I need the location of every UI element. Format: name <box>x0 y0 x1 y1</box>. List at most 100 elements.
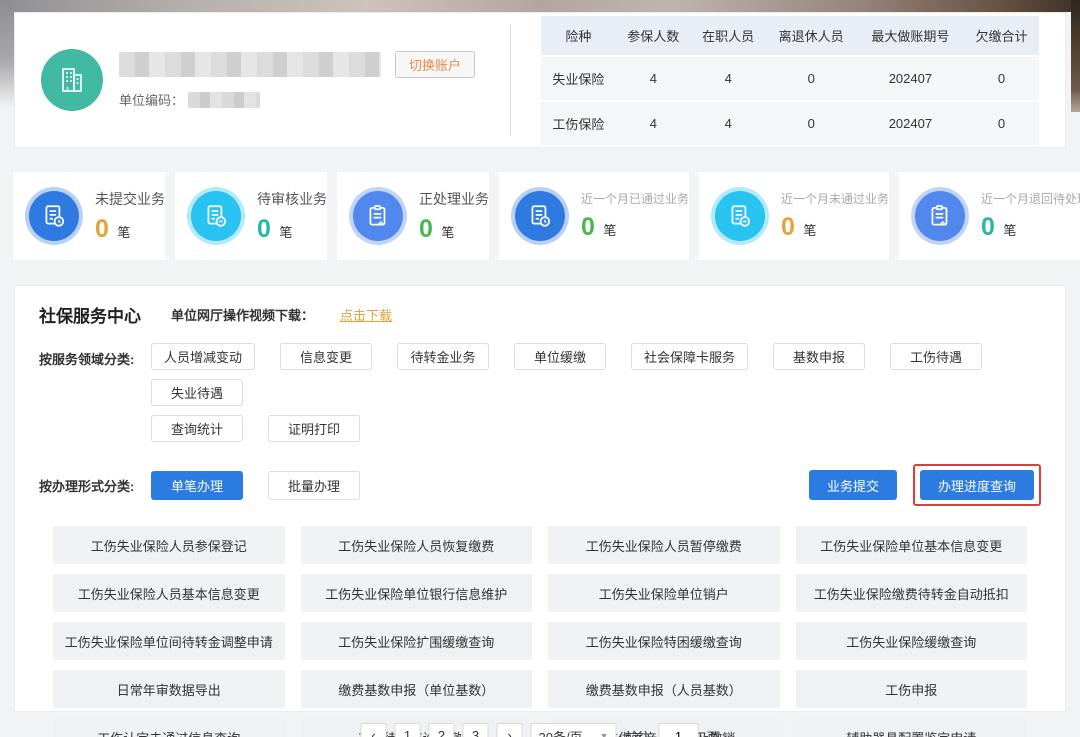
table-header-row: 险种 参保人数 在职人员 离退休人员 最大做账期号 欠缴合计 <box>541 16 1039 55</box>
stat-value: 0 <box>95 215 109 243</box>
page-size-select[interactable]: 20条/页 ▼ <box>530 723 616 737</box>
switch-account-button[interactable]: 切换账户 <box>395 51 475 78</box>
pagination-page-3[interactable]: 3 <box>462 723 488 737</box>
col-active-staff: 在职人员 <box>691 16 766 55</box>
business-submit-button[interactable]: 业务提交 <box>809 470 897 500</box>
cell-active-staff: 4 <box>691 57 766 100</box>
service-unit-info-change[interactable]: 工伤失业保险单位基本信息变更 <box>796 526 1028 564</box>
pagination-next-button[interactable]: › <box>496 723 522 737</box>
form-filter-label: 按办理形式分类: <box>39 476 151 495</box>
service-assistive-device-apply[interactable]: 辅助器具配置鉴定申请 <box>796 718 1028 737</box>
stat-unit: 笔 <box>441 225 454 240</box>
unit-code-masked <box>188 92 260 108</box>
stat-unit: 笔 <box>603 223 616 238</box>
stat-label: 未提交业务 <box>95 189 165 209</box>
cell-insurance-type: 工伤保险 <box>541 102 616 145</box>
clipboard-check-icon <box>353 191 403 241</box>
service-unit-bank-info[interactable]: 工伤失业保险单位银行信息维护 <box>301 574 533 612</box>
chevron-down-icon: ▼ <box>600 731 609 737</box>
cell-max-period: 202407 <box>857 57 964 100</box>
tab-unit-deferral[interactable]: 单位缓缴 <box>514 343 606 370</box>
cell-insurance-type: 失业保险 <box>541 57 616 100</box>
stat-value: 0 <box>581 213 595 241</box>
background-photo-right <box>1071 0 1080 112</box>
stat-cards-row: 未提交业务 0 笔 待审核业务 0 笔 <box>13 172 1066 260</box>
video-download-link[interactable]: 点击下载 <box>340 305 392 324</box>
service-unit-closure[interactable]: 工伤失业保险单位销户 <box>548 574 780 612</box>
progress-query-button[interactable]: 办理进度查询 <box>920 470 1034 500</box>
document-clock-icon <box>515 191 565 241</box>
pagination-prev-button[interactable]: ‹ <box>360 723 386 737</box>
service-transfer-adjustment[interactable]: 工伤失业保险单位间待转金调整申请 <box>53 622 285 660</box>
service-suspend-payment[interactable]: 工伤失业保险人员暂停缴费 <box>548 526 780 564</box>
service-person-info-change[interactable]: 工伤失业保险人员基本信息变更 <box>53 574 285 612</box>
tab-social-card[interactable]: 社会保障卡服务 <box>631 343 748 370</box>
stat-unit: 笔 <box>803 223 816 238</box>
stat-unit: 笔 <box>279 225 292 240</box>
service-injury-declaration[interactable]: 工伤申报 <box>796 670 1028 708</box>
stat-card-pending-review[interactable]: 待审核业务 0 笔 <box>175 172 327 260</box>
cell-arrears-total: 0 <box>964 57 1039 100</box>
goto-page-input[interactable] <box>659 723 699 737</box>
pagination-page-1[interactable]: 1 <box>394 723 420 737</box>
service-base-declaration-unit[interactable]: 缴费基数申报（单位基数） <box>301 670 533 708</box>
tab-base-declaration[interactable]: 基数申报 <box>773 343 865 370</box>
tab-unemployment-benefits[interactable]: 失业待遇 <box>151 379 243 406</box>
service-insured-registration[interactable]: 工伤失业保险人员参保登记 <box>53 526 285 564</box>
stat-card-unsubmitted[interactable]: 未提交业务 0 笔 <box>13 172 165 260</box>
stat-unit: 笔 <box>117 225 130 240</box>
col-max-period: 最大做账期号 <box>857 16 964 55</box>
tab-pending-transfer[interactable]: 待转金业务 <box>397 343 489 370</box>
document-minus-icon <box>191 191 241 241</box>
service-deferral-query[interactable]: 工伤失业保险缓缴查询 <box>796 622 1028 660</box>
service-expanded-deferral-query[interactable]: 工伤失业保险扩围缓缴查询 <box>301 622 533 660</box>
service-base-declaration-person[interactable]: 缴费基数申报（人员基数） <box>548 670 780 708</box>
col-insured-count: 参保人数 <box>616 16 691 55</box>
page-size-value: 20条/页 <box>538 727 582 737</box>
tab-info-change[interactable]: 信息变更 <box>280 343 372 370</box>
stat-card-passed-last-month[interactable]: 近一个月已通过业务 0 笔 <box>499 172 689 260</box>
service-injury-rejected-query[interactable]: 工伤认定未通过信息查询 <box>53 718 285 737</box>
red-annotation-box: 办理进度查询 <box>913 464 1041 506</box>
tab-single-handling[interactable]: 单笔办理 <box>151 471 243 500</box>
background-photo-top <box>0 0 1080 12</box>
stat-label: 待审核业务 <box>257 189 327 209</box>
unit-code-label: 单位编码： <box>119 90 184 109</box>
table-row: 失业保险 4 4 0 202407 0 <box>541 57 1039 100</box>
cell-active-staff: 4 <box>691 102 766 145</box>
tab-injury-benefits[interactable]: 工伤待遇 <box>890 343 982 370</box>
building-icon <box>55 63 89 97</box>
stat-card-processing[interactable]: 正处理业务 0 笔 <box>337 172 489 260</box>
domain-filter-label: 按服务领域分类: <box>39 343 151 406</box>
vertical-divider <box>510 24 511 136</box>
service-hardship-deferral-query[interactable]: 工伤失业保险特困缓缴查询 <box>548 622 780 660</box>
document-minus-icon <box>715 191 765 241</box>
background-photo-left <box>0 0 14 108</box>
insurance-summary-table: 险种 参保人数 在职人员 离退休人员 最大做账期号 欠缴合计 失业保险 4 4 … <box>541 14 1039 147</box>
stat-label: 近一个月未通过业务 <box>781 190 889 207</box>
tab-personnel-change[interactable]: 人员增减变动 <box>151 343 255 370</box>
cell-retired-staff: 0 <box>766 102 857 145</box>
stat-value: 0 <box>419 215 433 243</box>
col-retired-staff: 离退休人员 <box>766 16 857 55</box>
stat-value: 0 <box>981 213 995 241</box>
service-resume-payment[interactable]: 工伤失业保险人员恢复缴费 <box>301 526 533 564</box>
stat-card-returned-pending[interactable]: 近一个月退回待处理 0 笔 <box>899 172 1080 260</box>
tab-query-statistics[interactable]: 查询统计 <box>151 415 243 442</box>
service-annual-review-export[interactable]: 日常年审数据导出 <box>53 670 285 708</box>
tab-certificate-print[interactable]: 证明打印 <box>268 415 360 442</box>
stat-value: 0 <box>257 215 271 243</box>
service-grid: 工伤失业保险人员参保登记 工伤失业保险人员恢复缴费 工伤失业保险人员暂停缴费 工… <box>53 526 1027 737</box>
cell-insured-count: 4 <box>616 102 691 145</box>
table-row: 工伤保险 4 4 0 202407 0 <box>541 102 1039 145</box>
service-auto-deduction[interactable]: 工伤失业保险缴费待转金自动抵扣 <box>796 574 1028 612</box>
cell-max-period: 202407 <box>857 102 964 145</box>
company-name-masked <box>119 52 381 77</box>
stat-label: 近一个月退回待处理 <box>981 190 1080 207</box>
tab-batch-handling[interactable]: 批量办理 <box>268 471 360 500</box>
goto-suffix: 页 <box>707 727 720 737</box>
pagination-page-2[interactable]: 2 <box>428 723 454 737</box>
stat-card-rejected-last-month[interactable]: 近一个月未通过业务 0 笔 <box>699 172 889 260</box>
domain-tabs-row2: 查询统计 证明打印 <box>151 415 360 442</box>
cell-arrears-total: 0 <box>964 102 1039 145</box>
